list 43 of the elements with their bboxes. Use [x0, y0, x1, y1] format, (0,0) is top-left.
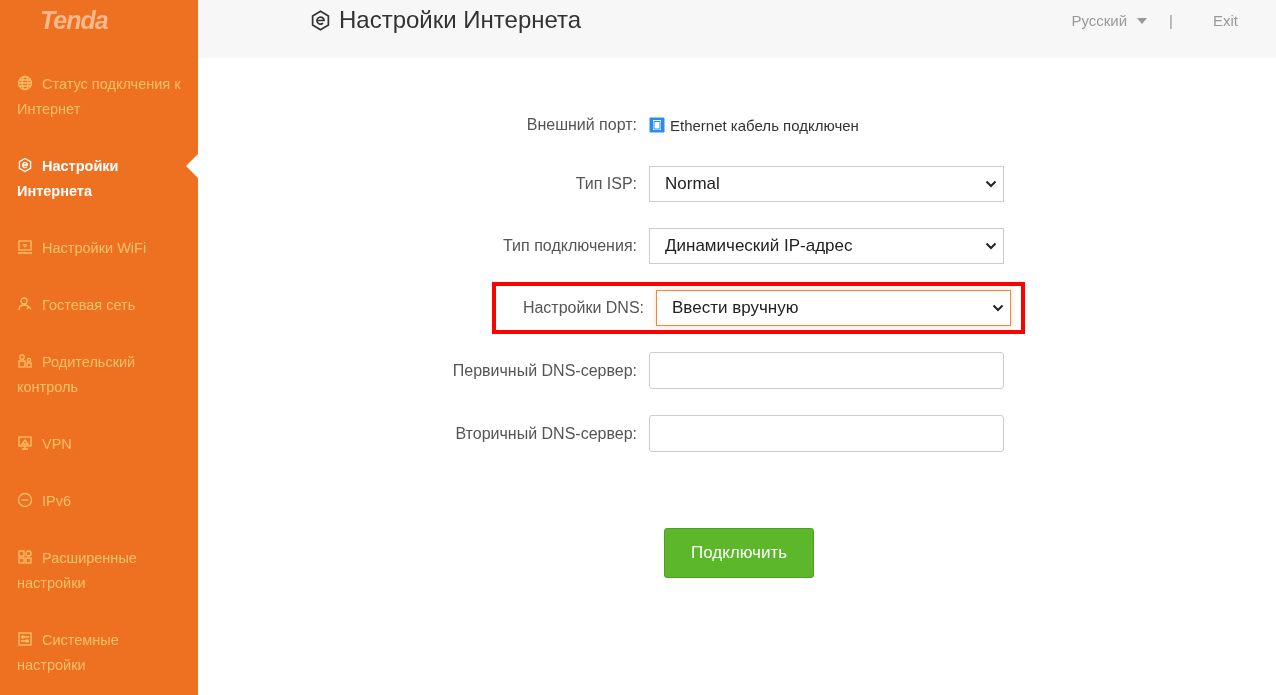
- hexagon-e-icon: [17, 157, 33, 173]
- monitor-wifi-icon: [17, 239, 33, 255]
- dropdown[interactable]: Normal: [649, 166, 1004, 202]
- monitor-icon: [17, 435, 33, 451]
- separator: |: [1169, 12, 1173, 29]
- circle-icon: [17, 492, 33, 508]
- ethernet-port-icon: [649, 117, 665, 133]
- field-label: Первичный DNS-сервер:: [451, 361, 638, 380]
- chevron-down-icon: [985, 242, 997, 250]
- field-label: Тип ISP:: [574, 175, 638, 193]
- input-field[interactable]: [649, 415, 1004, 452]
- connect-button[interactable]: Подключить: [664, 528, 814, 578]
- field-label: Тип подключения:: [502, 237, 638, 255]
- grid-icon: [17, 549, 33, 565]
- sidebar-item[interactable]: Настройки WiFi: [0, 236, 198, 261]
- language-dropdown[interactable]: Русский: [1071, 12, 1148, 29]
- sidebar-item[interactable]: Родительский контроль: [0, 350, 198, 400]
- sidebar-item[interactable]: Настройки Интернета: [0, 154, 198, 204]
- status-text: Ethernet кабель подключен: [670, 116, 859, 134]
- person-icon: [17, 296, 33, 312]
- logo: Tenda: [40, 6, 109, 34]
- hexagon-e-icon: [310, 9, 331, 31]
- sidebar-item[interactable]: IPv6: [0, 489, 198, 514]
- input-field[interactable]: [649, 352, 1004, 389]
- sidebar-item[interactable]: Гостевая сеть: [0, 293, 198, 318]
- dropdown[interactable]: Ввести вручную: [656, 290, 1011, 326]
- sidebar-item[interactable]: Расширенные настройки: [0, 546, 198, 596]
- field-label: Внешний порт:: [525, 116, 638, 134]
- field-label: Вторичный DNS-сервер:: [454, 424, 638, 443]
- sliders-icon: [17, 631, 33, 647]
- sidebar-item[interactable]: VPN: [0, 432, 198, 457]
- sidebar-item[interactable]: Системные настройки: [0, 628, 198, 678]
- people-icon: [17, 353, 33, 369]
- exit-link[interactable]: Exit: [1213, 12, 1238, 29]
- page-title: Настройки Интернета: [339, 5, 582, 35]
- chevron-down-icon: [985, 180, 997, 188]
- field-label: Настройки DNS:: [521, 299, 645, 317]
- dropdown[interactable]: Динамический IP-адрес: [649, 228, 1004, 264]
- active-pointer-icon: [186, 154, 198, 178]
- globe-icon: [17, 75, 33, 91]
- chevron-down-icon: [992, 304, 1004, 312]
- sidebar-item[interactable]: Статус подклчения к Интернет: [0, 72, 198, 122]
- caret-icon: [1137, 17, 1148, 24]
